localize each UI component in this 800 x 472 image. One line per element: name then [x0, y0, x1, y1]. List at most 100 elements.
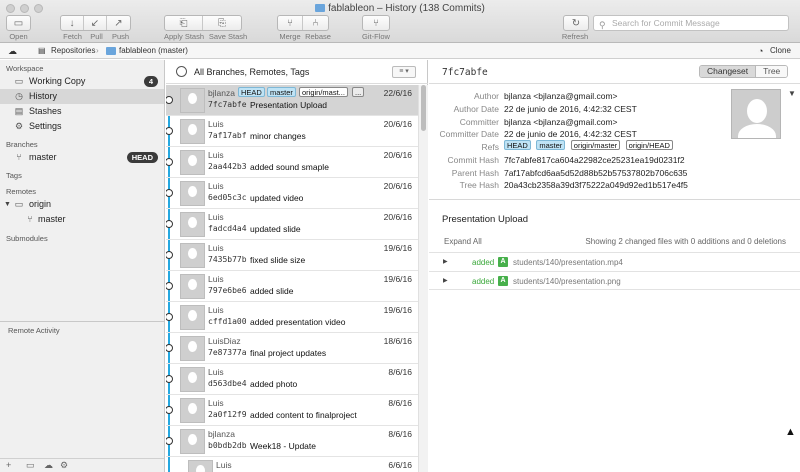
commit-row[interactable]: Luis 20/6/16 6ed05c3c updated video	[166, 178, 418, 209]
commit-date: 18/6/16	[383, 336, 412, 346]
commit-row[interactable]: Luis 19/6/16 797e6be6 added slide	[166, 271, 418, 302]
remote-icon[interactable]: ☁	[44, 460, 53, 471]
changed-file-row[interactable]: ▶ added A students/140/presentation.mp4	[429, 252, 800, 271]
disclosure-triangle-icon[interactable]: ▶	[443, 277, 448, 284]
merge-rebase-group: ⑂ ⑃	[277, 15, 329, 31]
add-icon[interactable]: +	[6, 460, 11, 470]
search-placeholder: Search for Commit Message	[612, 18, 720, 28]
refresh-icon: ↻	[571, 17, 581, 29]
commit-author: Luis	[208, 305, 224, 315]
gitflow-icon: ⑂	[373, 17, 379, 29]
commit-author: Luis	[208, 150, 224, 160]
commit-row[interactable]: Luis 20/6/16 7af17abf minor changes	[166, 116, 418, 147]
avatar	[180, 88, 205, 113]
fetch-button[interactable]: ↓	[61, 16, 84, 30]
avatar-menu-icon[interactable]: ▼	[788, 89, 796, 98]
sidebar-item-stashes[interactable]: ▤ Stashes	[0, 104, 164, 119]
commit-rows: bjlanza HEAD master origin/mast... ... 2…	[166, 85, 418, 472]
gitflow-button[interactable]: ⑂	[362, 15, 390, 31]
commit-hash: 7e87377a	[208, 348, 247, 357]
rebase-label: Rebase	[305, 32, 331, 41]
commit-row[interactable]: Luis 8/6/16 d563dbe4 added photo	[166, 364, 418, 395]
commit-row[interactable]: bjlanza 8/6/16 b0bdb2db Week18 - Update	[166, 426, 418, 457]
committer-label: Committer	[459, 117, 499, 127]
commit-row[interactable]: Luis 20/6/16 2aa442b3 added sound smaple	[166, 147, 418, 178]
commit-message: added slide	[250, 286, 294, 296]
sidebar-item-working-copy[interactable]: ▭ Working Copy 4	[0, 74, 164, 89]
refresh-button[interactable]: ↻	[563, 15, 589, 31]
pull-button[interactable]: ↙	[84, 16, 107, 30]
commit-author: Luis	[208, 274, 224, 284]
commit-date: 20/6/16	[383, 212, 412, 222]
breadcrumb-repositories[interactable]: Repositories	[51, 46, 95, 55]
more-refs-badge[interactable]: ...	[352, 87, 365, 97]
avatar	[180, 274, 205, 299]
changes-summary: Showing 2 changed files with 0 additions…	[585, 237, 786, 246]
scrollbar-thumb[interactable]	[421, 85, 426, 131]
clone-button[interactable]: Clone	[770, 46, 791, 55]
avatar	[180, 429, 205, 454]
sidebar-item-origin-master[interactable]: ⑂ master	[0, 212, 164, 227]
sidebar-item-label: Settings	[29, 121, 62, 131]
commit-date: 20/6/16	[383, 181, 412, 191]
committer-date-label: Committer Date	[439, 129, 499, 139]
refresh-label: Refresh	[561, 32, 589, 41]
commit-row[interactable]: Luis 8/6/16 2a0f12f9 added content to fi…	[166, 395, 418, 426]
author-value: bjlanza <bjlanza@gmail.com>	[504, 91, 618, 101]
commit-hash: d563dbe4	[208, 379, 247, 388]
repository-icon[interactable]: ▭	[26, 460, 35, 471]
commit-message: fixed slide size	[250, 255, 306, 265]
save-stash-button[interactable]: ⎘	[203, 16, 241, 30]
avatar	[180, 336, 205, 361]
expand-all-button[interactable]: Expand All	[444, 237, 482, 246]
commit-row[interactable]: bjlanza HEAD master origin/mast... ... 2…	[166, 85, 418, 116]
merge-button[interactable]: ⑂	[278, 16, 303, 30]
sidebar-item-remote-origin[interactable]: ▼ ▭ origin	[0, 197, 164, 212]
tree-hash-label: Tree Hash	[459, 180, 499, 190]
avatar	[180, 305, 205, 330]
refs-label: Refs	[481, 142, 499, 152]
parent-hash-value[interactable]: 7af17abfcd6aa5d52d88b52b57537802b706c635	[504, 168, 687, 178]
working-copy-icon: ▭	[14, 76, 24, 86]
search-input[interactable]: ⚲ Search for Commit Message	[593, 15, 789, 31]
commit-row[interactable]: Luis 20/6/16 fadcd4a4 updated slide	[166, 209, 418, 240]
rebase-button[interactable]: ⑃	[303, 16, 328, 30]
tab-changeset[interactable]: Changeset	[700, 66, 757, 77]
remotes-heading: Remotes	[6, 187, 37, 196]
commit-list-scrollbar[interactable]	[418, 85, 428, 472]
clone-icon: ◔	[758, 46, 764, 56]
commit-date: 20/6/16	[383, 150, 412, 160]
commit-hash: b0bdb2db	[208, 441, 247, 450]
commit-graph-node	[166, 313, 173, 321]
tab-tree[interactable]: Tree	[756, 66, 788, 77]
avatar	[180, 119, 205, 144]
commit-hash: 2a0f12f9	[208, 410, 247, 419]
file-status: added	[472, 258, 495, 267]
commit-row[interactable]: Luis 19/6/16 cffd1a00 added presentation…	[166, 302, 418, 333]
pull-icon: ↙	[90, 17, 100, 29]
commit-row[interactable]: Luis 6/6/16	[166, 457, 418, 472]
sidebar-item-branch-master[interactable]: ⑂ master HEAD	[0, 150, 164, 165]
avatar	[180, 150, 205, 175]
remote-activity-heading: Remote Activity	[0, 321, 164, 335]
push-button[interactable]: ↗	[107, 16, 130, 30]
branch-filter-title[interactable]: All Branches, Remotes, Tags	[194, 60, 309, 84]
view-options-menu[interactable]: ≡ ▾	[392, 66, 416, 78]
sidebar-item-history[interactable]: ◷ History	[0, 89, 164, 104]
commit-title: Presentation Upload	[442, 214, 529, 225]
commit-message: final project updates	[250, 348, 327, 358]
window-title-text: fablableon – History (138 Commits)	[328, 3, 485, 14]
disclosure-triangle-icon[interactable]: ▶	[443, 258, 448, 265]
apply-stash-button[interactable]: ⎗	[165, 16, 203, 30]
sidebar-item-label: origin	[29, 199, 52, 209]
sidebar-item-settings[interactable]: ⚙ Settings	[0, 119, 164, 134]
open-button[interactable]: ▭	[6, 15, 31, 31]
disclosure-triangle-icon[interactable]: ▼	[4, 197, 11, 212]
commit-row[interactable]: LuisDiaz 18/6/16 7e87377a final project …	[166, 333, 418, 364]
changed-file-row[interactable]: ▶ added A students/140/presentation.png	[429, 271, 800, 290]
commit-hash-value: 7fc7abfe817ca604a22982ce25231ea19d0231f2	[504, 155, 685, 165]
gear-menu-icon[interactable]: ⚙	[60, 460, 68, 471]
commit-row[interactable]: Luis 19/6/16 7435b77b fixed slide size	[166, 240, 418, 271]
breadcrumb-repo[interactable]: fablableon (master)	[119, 46, 188, 55]
commit-author: Luis	[208, 398, 224, 408]
